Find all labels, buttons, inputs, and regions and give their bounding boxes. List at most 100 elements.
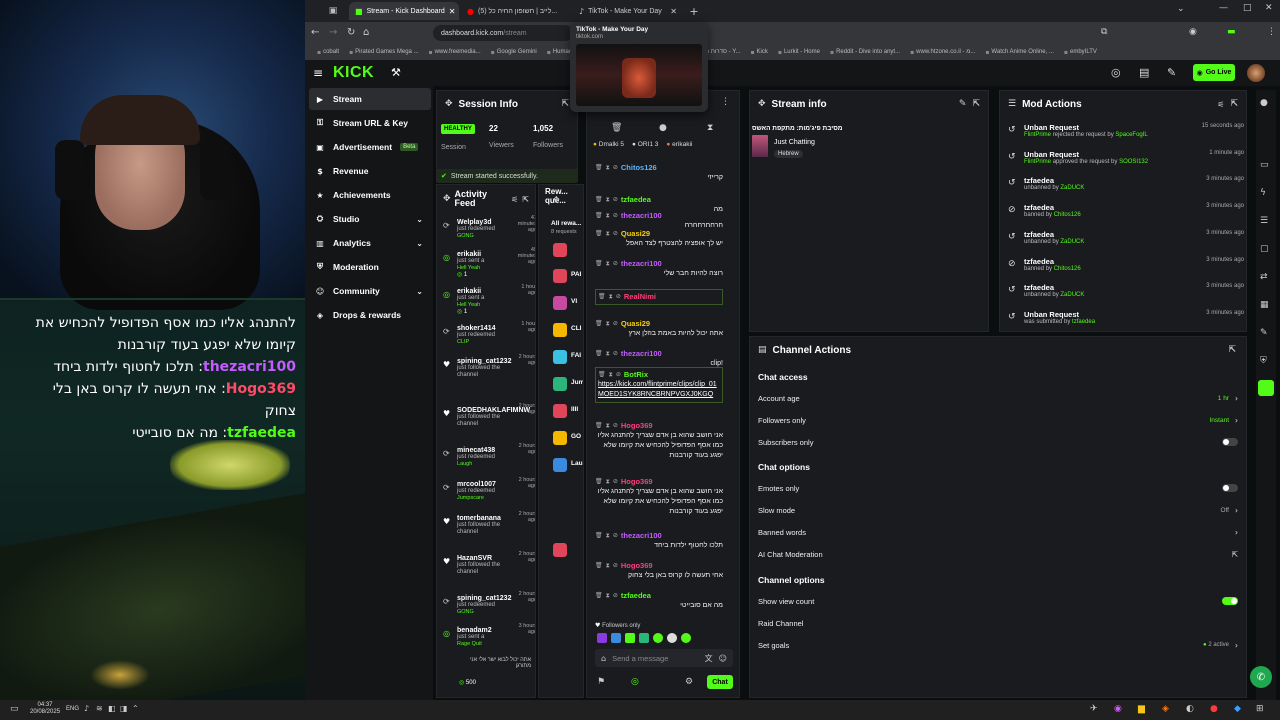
forward-icon[interactable]: → <box>329 27 337 38</box>
tab-search-icon[interactable]: ▣ <box>327 5 339 17</box>
home-icon[interactable]: ⌂ <box>363 27 369 38</box>
edit-icon[interactable]: ✎ <box>959 99 967 109</box>
bookmark-item[interactable]: ▪ cobalt <box>317 49 339 56</box>
taskbar-app-icon[interactable]: ● <box>1210 704 1218 714</box>
banned-words-row[interactable]: Banned words › <box>758 525 1238 539</box>
timeout-icon[interactable]: ⧗ <box>609 292 613 302</box>
browser-menu-icon[interactable]: ⋮ <box>1267 27 1276 37</box>
rail-bolt-icon[interactable]: ϟ <box>1260 188 1266 198</box>
drag-handle-icon[interactable]: ✥ <box>445 99 453 109</box>
emote-icon[interactable] <box>625 633 635 643</box>
maximize-icon[interactable]: □ <box>1243 3 1252 13</box>
send-chat-button[interactable]: Chat <box>707 675 733 689</box>
emote-icon[interactable] <box>653 633 663 643</box>
ban-icon[interactable]: ⊘ <box>613 561 618 571</box>
reward-icon[interactable] <box>553 323 567 337</box>
delete-message-icon[interactable]: 🗑 <box>595 319 603 329</box>
file-explorer-icon[interactable]: ▆ <box>1138 704 1145 714</box>
taskbar-app-icon[interactable]: ◐ <box>1186 704 1194 714</box>
ban-icon[interactable]: ⊘ <box>613 259 618 269</box>
chat-username[interactable]: thezacri100 <box>621 211 662 221</box>
tools-icon[interactable]: ✎ <box>1167 66 1176 79</box>
language-indicator[interactable]: ENG <box>66 706 79 712</box>
bookmark-item[interactable]: ▪ Kick <box>750 49 767 56</box>
close-tab-icon[interactable]: ✕ <box>449 7 456 16</box>
user-avatar[interactable] <box>1247 64 1265 82</box>
popout-icon[interactable]: ⇱ <box>1230 99 1238 109</box>
hamburger-menu-icon[interactable]: ≡ <box>313 66 323 80</box>
ban-icon[interactable]: ⊘ <box>613 531 618 541</box>
popout-icon[interactable]: ⇱ <box>1228 345 1236 355</box>
minimize-icon[interactable]: — <box>1219 3 1228 13</box>
video-icon[interactable]: ▤ <box>1139 66 1149 79</box>
timeout-icon[interactable]: ⧗ <box>606 477 610 487</box>
delete-message-icon[interactable]: 🗑 <box>595 195 603 205</box>
chat-username[interactable]: Hogo369 <box>621 421 653 431</box>
taskbar-app-icon[interactable]: ◆ <box>1234 704 1241 714</box>
timeout-icon[interactable]: ⧗ <box>606 561 610 571</box>
chat-username[interactable]: Quasi29 <box>621 229 650 239</box>
go-live-button[interactable]: ◉ Go Live <box>1193 64 1235 81</box>
reward-label[interactable]: GO <box>571 433 581 440</box>
bookmark-item[interactable]: ▪ Pirated Games Mega ... <box>349 49 418 56</box>
extensions-icon[interactable]: ⧉ <box>1101 27 1107 37</box>
reward-icon[interactable] <box>553 269 567 283</box>
reward-label[interactable]: VI <box>571 298 577 305</box>
notifications-icon[interactable]: ▭ <box>10 704 19 714</box>
kick-coin-icon[interactable]: ◎ <box>631 677 639 687</box>
sidebar-item-revenue[interactable]: $ Revenue <box>309 160 431 182</box>
delete-message-icon[interactable]: 🗑 <box>595 163 603 173</box>
emote-icon[interactable] <box>597 633 607 643</box>
sidebar-item-stream-url-key[interactable]: ⚿ Stream URL & Key <box>309 112 431 134</box>
category-name[interactable]: Just Chatting <box>774 139 815 146</box>
timeout-icon[interactable]: ⧗ <box>606 421 610 431</box>
message-input[interactable]: ⌂ Send a message 文 ☺ <box>595 649 733 667</box>
ban-icon[interactable]: ⊘ <box>613 195 618 205</box>
sidebar-item-stream[interactable]: ▶ Stream <box>309 88 431 110</box>
back-icon[interactable]: ← <box>311 27 319 38</box>
drag-handle-icon[interactable]: ✥ <box>443 194 451 204</box>
extension-green-icon[interactable]: ▬ <box>1227 27 1236 37</box>
rail-chat-icon[interactable]: ▢ <box>1260 244 1269 254</box>
chat-username[interactable]: Chitos126 <box>621 163 657 173</box>
ban-icon[interactable]: ⊘ <box>613 349 618 359</box>
activity-user[interactable]: minecat438 <box>457 447 495 454</box>
bookmark-item[interactable]: ▪ Google Gemini <box>491 49 537 56</box>
timeout-icon[interactable]: ⧗ <box>606 531 610 541</box>
reward-label[interactable]: Jum <box>571 379 583 386</box>
taskbar-app-icon[interactable]: ◉ <box>1114 704 1122 714</box>
reward-icon[interactable] <box>553 350 567 364</box>
rail-arrows-icon[interactable]: ⇄ <box>1260 272 1268 282</box>
activity-user[interactable]: tomerbanana <box>457 515 501 522</box>
chat-menu-icon[interactable]: ⋮ <box>721 97 730 107</box>
ban-icon[interactable]: ⊘ <box>613 591 618 601</box>
top-chatter-chip[interactable]: ● ORI1 3 <box>632 141 658 153</box>
followers-only-row[interactable]: Followers only Instant › <box>758 413 1238 427</box>
activity-user[interactable]: shoker1414 <box>457 325 496 332</box>
rail-layout-icon[interactable]: ▦ <box>1260 300 1269 310</box>
ban-icon[interactable]: ⊘ <box>613 163 618 173</box>
delete-message-icon[interactable]: 🗑 <box>595 259 603 269</box>
reward-icon[interactable] <box>553 377 567 391</box>
emotes-only-toggle[interactable] <box>1222 484 1238 492</box>
timeout-icon[interactable]: ⧗ <box>606 195 610 205</box>
drag-handle-icon[interactable]: ✥ <box>553 195 560 204</box>
translate-icon[interactable]: 文 <box>705 653 713 664</box>
activity-user[interactable]: erikakii <box>457 288 481 295</box>
delete-message-icon[interactable]: 🗑 <box>595 229 603 239</box>
activity-user[interactable]: spining_cat1232 <box>457 358 511 365</box>
reward-icon[interactable] <box>553 431 567 445</box>
ban-icon[interactable]: ⊘ <box>613 421 618 431</box>
delete-message-icon[interactable]: 🗑 <box>595 211 603 221</box>
ban-icon[interactable]: ⊘ <box>613 477 618 487</box>
rail-shield-icon[interactable]: ⛨ <box>1260 356 1267 366</box>
chat-username[interactable]: thezacri100 <box>621 531 662 541</box>
start-button-icon[interactable]: ⊞ <box>1256 704 1264 714</box>
reward-icon[interactable] <box>553 404 567 418</box>
pin-icon[interactable]: ⚒ <box>391 66 401 79</box>
ai-moderation-row[interactable]: AI Chat Moderation ⇱ <box>758 547 1238 561</box>
timeout-icon[interactable]: ⧗ <box>606 211 610 221</box>
trash-icon[interactable]: 🗑 <box>611 123 622 133</box>
activity-user[interactable]: benadam2 <box>457 627 492 634</box>
new-tab-icon[interactable]: + <box>687 4 701 18</box>
